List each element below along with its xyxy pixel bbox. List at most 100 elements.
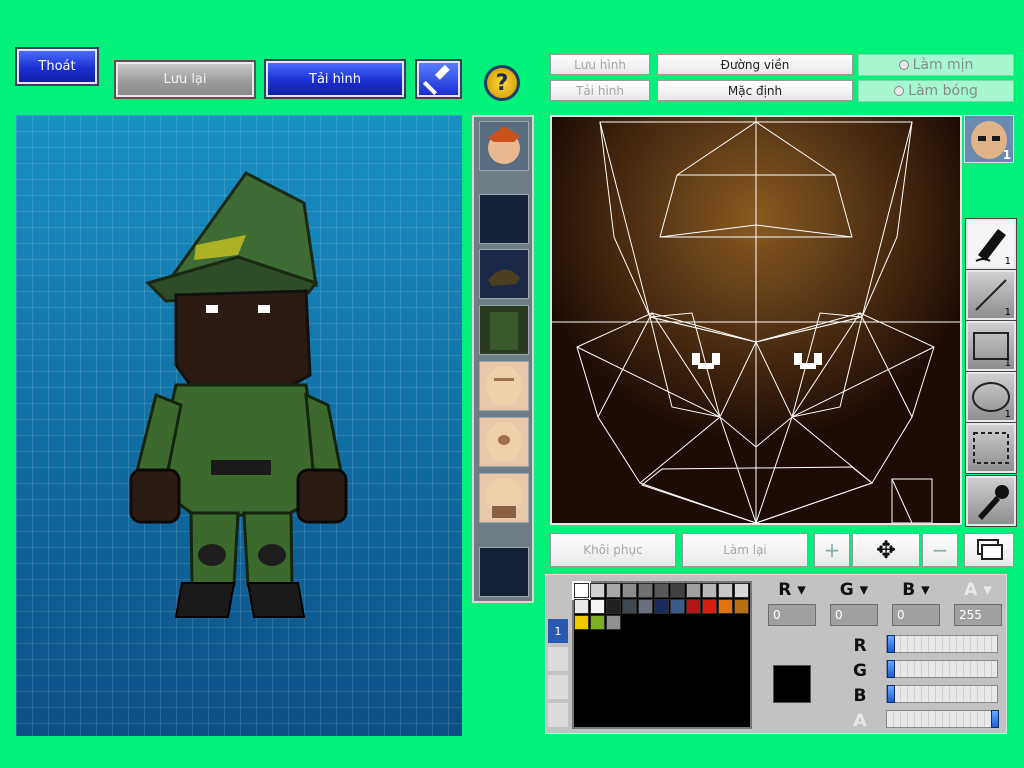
color-swatch[interactable] (590, 583, 605, 598)
head-avatar-icon (488, 126, 520, 164)
slider-g[interactable] (886, 660, 998, 678)
zoom-in-button[interactable]: + (814, 533, 850, 567)
color-swatch[interactable] (638, 583, 653, 598)
color-swatch[interactable] (702, 599, 717, 614)
parts-column (472, 115, 534, 603)
color-swatch[interactable] (718, 599, 733, 614)
color-swatch[interactable] (686, 599, 701, 614)
color-swatch[interactable] (718, 583, 733, 598)
ellipse-tool-button[interactable]: 1 (965, 371, 1017, 423)
uniform-icon (490, 312, 518, 350)
slot-uniform[interactable] (479, 305, 529, 355)
color-swatch-grid[interactable] (572, 581, 752, 729)
color-swatch[interactable] (686, 583, 701, 598)
gloss-toggle[interactable]: Làm bóng (858, 80, 1014, 102)
color-swatch[interactable] (734, 583, 749, 598)
reload-button[interactable]: Tải hình (264, 59, 406, 99)
hammer-icon (422, 64, 450, 96)
rect-tool-button[interactable]: 1 (965, 320, 1017, 372)
slider-knob-a[interactable] (991, 710, 999, 728)
pen-tool-button[interactable]: 1 (965, 218, 1017, 270)
move-button[interactable]: ✥ (852, 533, 920, 567)
slider-b[interactable] (886, 685, 998, 703)
color-swatch[interactable] (622, 599, 637, 614)
layers-icon (977, 539, 1003, 560)
cap-icon (488, 269, 520, 286)
smooth-label: Làm mịn (912, 57, 974, 73)
face-1-icon (486, 366, 522, 406)
channel-dropdown-b[interactable]: B ▾ (892, 579, 940, 601)
layer-thumbnail[interactable]: 1 (964, 115, 1014, 163)
color-swatch[interactable] (574, 599, 589, 614)
slot-empty-2[interactable] (479, 547, 529, 597)
color-swatch[interactable] (574, 615, 589, 630)
channel-value-r[interactable]: 0 (768, 604, 816, 626)
select-tool-button[interactable] (965, 422, 1017, 474)
texture-canvas[interactable] (550, 115, 962, 525)
color-swatch[interactable] (654, 599, 669, 614)
rect-count: 1 (1004, 358, 1011, 369)
color-swatch[interactable] (606, 615, 621, 630)
color-swatch[interactable] (590, 599, 605, 614)
channel-dropdown-r[interactable]: R ▾ (768, 579, 816, 601)
pen-count: 1 (1004, 256, 1011, 267)
slot-face-3[interactable] (479, 473, 529, 523)
slider-knob-r[interactable] (887, 635, 895, 653)
hammer-button[interactable] (415, 59, 462, 99)
slot-cap[interactable] (479, 249, 529, 299)
zoom-out-button[interactable]: − (922, 533, 958, 567)
color-swatch[interactable] (590, 615, 605, 630)
channel-dropdown-g[interactable]: G ▾ (830, 579, 878, 601)
slider-knob-b[interactable] (887, 685, 895, 703)
smooth-radio-icon (898, 60, 909, 70)
palette-tab[interactable]: 1 (548, 619, 568, 643)
color-swatch[interactable] (702, 583, 717, 598)
color-swatch[interactable] (622, 583, 637, 598)
outline-button[interactable]: Đường viền (657, 54, 853, 75)
eyedropper-tool-button[interactable] (965, 475, 1017, 527)
help-button[interactable]: ? (484, 65, 520, 101)
slot-head-avatar[interactable] (479, 121, 529, 171)
color-swatch[interactable] (606, 599, 621, 614)
slot-face-1[interactable] (479, 361, 529, 411)
slider-label-a: A (853, 711, 867, 731)
slider-label-b: B (853, 686, 867, 706)
channel-value-b[interactable]: 0 (892, 604, 940, 626)
help-icon: ? (495, 70, 509, 96)
line-tool-button[interactable]: 1 (965, 269, 1017, 321)
eyedropper-icon (978, 485, 1009, 520)
color-swatch[interactable] (654, 583, 669, 598)
slot-face-2[interactable] (479, 417, 529, 467)
restore-button[interactable]: Khôi phục (550, 533, 676, 567)
palette-tab-4[interactable] (548, 703, 568, 727)
channel-dropdown-a[interactable]: A ▾ (954, 579, 1002, 601)
slot-empty-1[interactable] (479, 194, 529, 244)
redo-button[interactable]: Làm lại (682, 533, 808, 567)
exit-button[interactable]: Thoát (15, 47, 99, 86)
color-swatch[interactable] (734, 599, 749, 614)
face-3-icon (486, 478, 522, 518)
channel-value-a[interactable]: 255 (954, 604, 1002, 626)
color-swatch[interactable] (572, 581, 591, 600)
palette-tab-2[interactable] (548, 647, 568, 671)
character-preview[interactable] (16, 115, 462, 736)
slider-knob-g[interactable] (887, 660, 895, 678)
default-button[interactable]: Mặc định (657, 80, 853, 101)
palette-tab-3[interactable] (548, 675, 568, 699)
load-image-button[interactable]: Tải hình (550, 80, 650, 101)
slider-a[interactable] (886, 710, 999, 728)
color-swatch[interactable] (670, 599, 685, 614)
selection-icon (973, 432, 1009, 464)
save-image-button[interactable]: Lưu hình (550, 54, 650, 75)
color-swatch[interactable] (638, 599, 653, 614)
slider-r[interactable] (886, 635, 998, 653)
slider-label-g: G (853, 661, 867, 681)
color-swatch[interactable] (670, 583, 685, 598)
save-button[interactable]: Lưu lại (114, 60, 256, 99)
channel-value-g[interactable]: 0 (830, 604, 878, 626)
face-2-icon (486, 422, 522, 462)
gloss-radio-icon (894, 86, 905, 96)
layers-button[interactable] (964, 533, 1014, 567)
smooth-toggle[interactable]: Làm mịn (858, 54, 1014, 76)
color-swatch[interactable] (606, 583, 621, 598)
